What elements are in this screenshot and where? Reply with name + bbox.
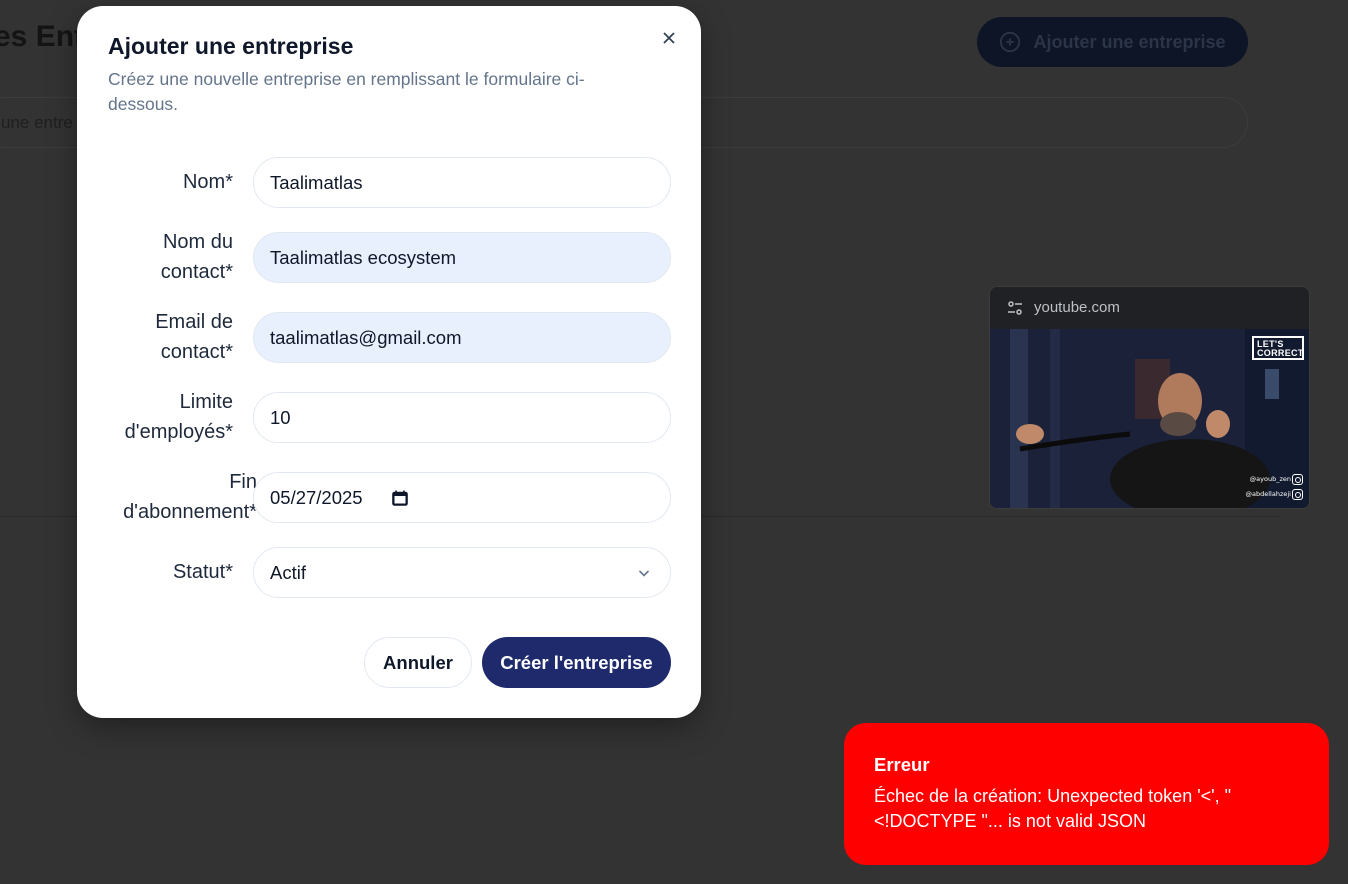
handle-2: @abdellahzeji <box>1245 490 1291 498</box>
pip-titlebar: youtube.com <box>990 287 1309 328</box>
video-frame[interactable]: LET'S CORRECT @ayoub_zen @abdellahzeji <box>990 329 1309 508</box>
subscription-end-field[interactable]: 05/27/2025 <box>253 472 671 523</box>
employee-limit-field[interactable]: 10 <box>253 392 671 443</box>
contact-email-label: Email de contact* <box>155 311 233 363</box>
close-button[interactable] <box>657 26 681 50</box>
subscription-end-label: Fin d'abonnement* <box>123 471 257 523</box>
dialog-description: Créez une nouvelle entreprise en remplis… <box>108 69 585 114</box>
chevron-down-icon <box>638 570 650 577</box>
contact-name-label: Nom du contact* <box>160 231 233 283</box>
contact-name-field[interactable]: Taalimatlas ecosystem <box>253 232 671 283</box>
status-value: Actif <box>270 561 306 583</box>
name-value: Taalimatlas <box>270 171 363 193</box>
cancel-button[interactable]: Annuler <box>364 637 472 688</box>
employee-limit-label: Limite d'employés* <box>124 391 233 443</box>
error-toast[interactable]: Erreur Échec de la création: Unexpected … <box>844 723 1329 865</box>
youtube-pip-window[interactable]: youtube.com LET'S CORRECT @ayoub_zen @ab… <box>989 286 1310 509</box>
contact-name-value: Taalimatlas ecosystem <box>270 246 457 268</box>
subscription-end-value: 05/27/2025 <box>270 486 363 508</box>
toast-title: Erreur <box>874 754 930 775</box>
add-company-label: Ajouter une entreprise <box>1033 31 1226 52</box>
add-company-button[interactable]: Ajouter une entreprise <box>977 17 1248 67</box>
status-label: Statut* <box>172 561 233 583</box>
pip-domain: youtube.com <box>1034 299 1120 316</box>
handle-1: @ayoub_zen <box>1249 475 1291 483</box>
tune-icon[interactable] <box>1006 299 1024 317</box>
dialog-title: Ajouter une entreprise <box>108 33 354 59</box>
toast-message: Échec de la création: Unexpected token '… <box>874 786 1231 831</box>
close-icon <box>663 32 675 44</box>
instagram-icon <box>1292 474 1303 485</box>
name-field[interactable]: Taalimatlas <box>253 157 671 208</box>
contact-email-field[interactable]: taalimatlas@gmail.com <box>253 312 671 363</box>
employee-limit-value: 10 <box>270 406 291 428</box>
calendar-icon[interactable] <box>391 489 409 507</box>
plus-circle-icon <box>1000 31 1021 53</box>
instagram-icon <box>1292 489 1303 500</box>
search-placeholder: une entre <box>1 113 73 132</box>
status-select[interactable]: Actif <box>253 547 671 598</box>
name-label: Nom* <box>182 171 233 193</box>
create-company-button[interactable]: Créer l'entreprise <box>482 637 671 688</box>
contact-email-value: taalimatlas@gmail.com <box>270 326 462 348</box>
add-company-dialog: Ajouter une entreprise Créez une nouvell… <box>77 6 701 718</box>
lets-correct-badge: LET'S CORRECT <box>1252 336 1304 360</box>
